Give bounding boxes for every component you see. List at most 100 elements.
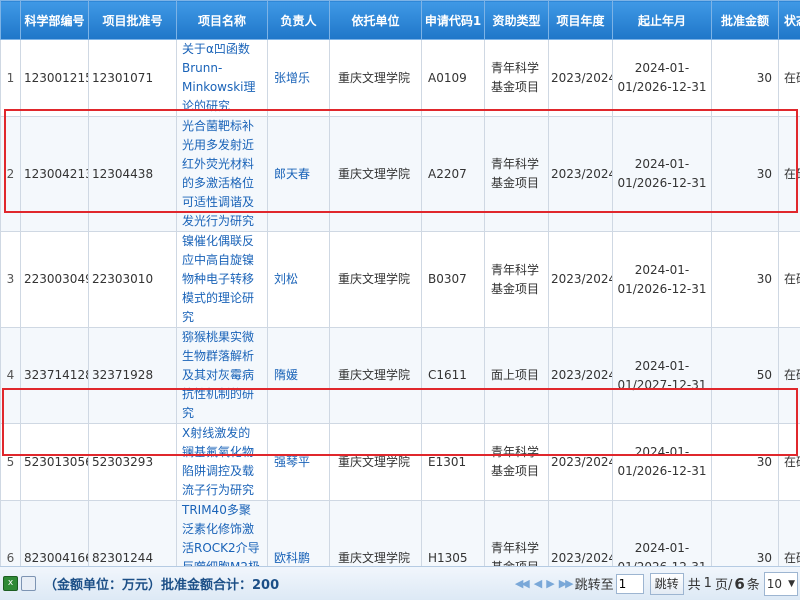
year-cell: 2023/2024 <box>548 327 613 424</box>
table-row[interactable]: 2 1230042136 12304438 光合菌靶标补光用多发射近红外荧光材料… <box>0 116 800 232</box>
amount-cell: 30 <box>711 231 779 328</box>
status-cell: 在研 <box>778 327 800 424</box>
total-prefix: 共 <box>687 578 701 593</box>
title-cell: TRIM40多聚泛素化修饰激活ROCK2介导巨噬细胞M2极化促进CNV生成的机制… <box>176 500 268 566</box>
row-index: 5 <box>0 423 21 501</box>
projects-table: 科学部编号 项目批准号 项目名称 负责人 依托单位 申请代码1 资助类型 项目年… <box>0 0 800 566</box>
leader-cell[interactable]: 隋媛 <box>267 327 330 424</box>
app-code-cell: C1611 <box>421 327 485 424</box>
header-app-code[interactable]: 申请代码1 <box>421 0 485 40</box>
year-cell: 2023/2024 <box>548 231 613 328</box>
amount-summary: （金额单位：万元）批准金额合计：200 <box>44 578 280 593</box>
table-row[interactable]: 5 5230130560 52303293 X射线激发的镧基氟氧化物陷阱调控及载… <box>0 423 800 501</box>
table-row[interactable]: 6 8230041668 82301244 TRIM40多聚泛素化修饰激活ROC… <box>0 500 800 566</box>
total-pages: 1 <box>703 576 712 591</box>
project-title-link[interactable]: 猕猴桃果实微生物群落解析及其对灰霉病抗性机制的研究 <box>179 329 265 423</box>
org-cell: 重庆文理学院 <box>329 231 422 328</box>
project-title-link[interactable]: 关于α凹函数Brunn-Minkowski理论的研究 <box>179 41 265 116</box>
pages-suffix: 页/ <box>714 578 733 593</box>
table-header-row: 科学部编号 项目批准号 项目名称 负责人 依托单位 申请代码1 资助类型 项目年… <box>0 0 800 40</box>
table-row[interactable]: 3 2230030492 22303010 镍催化偶联反应中高自旋镍物种电子转移… <box>0 231 800 328</box>
prev-page-icon[interactable]: ◀ <box>534 577 543 590</box>
excel-icon[interactable]: x <box>3 576 18 591</box>
records-suffix: 条 <box>746 578 760 593</box>
project-title-link[interactable]: 光合菌靶标补光用多发射近红外荧光材料的多激活格位可适性调谐及发光行为研究 <box>179 118 265 231</box>
table-row[interactable]: 1 1230012152 12301071 关于α凹函数Brunn-Minkow… <box>0 39 800 117</box>
amount-cell: 30 <box>711 423 779 501</box>
header-amount[interactable]: 批准金额 <box>711 0 779 40</box>
org-cell: 重庆文理学院 <box>329 500 422 566</box>
title-cell: 光合菌靶标补光用多发射近红外荧光材料的多激活格位可适性调谐及发光行为研究 <box>176 116 268 232</box>
sci-no-cell: 1230012152 <box>20 39 89 117</box>
approval-no-cell: 82301244 <box>88 500 177 566</box>
first-page-icon[interactable]: ◀◀ <box>515 577 530 590</box>
fund-type-cell: 青年科学基金项目 <box>484 39 549 117</box>
app-code-cell: B0307 <box>421 231 485 328</box>
leader-cell[interactable]: 刘松 <box>267 231 330 328</box>
period-cell: 2024-01-01/2026-12-31 <box>612 500 712 566</box>
leader-cell[interactable]: 欧科鹏 <box>267 500 330 566</box>
period-cell: 2024-01-01/2026-12-31 <box>612 39 712 117</box>
app-code-cell: H1305 <box>421 500 485 566</box>
table-row[interactable]: 4 3237141289 32371928 猕猴桃果实微生物群落解析及其对灰霉病… <box>0 327 800 424</box>
approval-no-cell: 52303293 <box>88 423 177 501</box>
org-cell: 重庆文理学院 <box>329 423 422 501</box>
footer-bar: x （金额单位：万元）批准金额合计：200 ◀◀ ◀ ▶ ▶▶ 跳转至 跳转 共… <box>0 566 800 600</box>
amount-cell: 30 <box>711 500 779 566</box>
fund-type-cell: 青年科学基金项目 <box>484 116 549 232</box>
last-page-icon[interactable]: ▶▶ <box>559 577 574 590</box>
status-cell: 在研 <box>778 423 800 501</box>
status-cell: 在研 <box>778 39 800 117</box>
year-cell: 2023/2024 <box>548 423 613 501</box>
header-org[interactable]: 依托单位 <box>329 0 422 40</box>
year-cell: 2023/2024 <box>548 116 613 232</box>
title-cell: 关于α凹函数Brunn-Minkowski理论的研究 <box>176 39 268 117</box>
pager: ◀◀ ◀ ▶ ▶▶ 跳转至 跳转 共 1 页/ 6 条 10 ▼ <box>512 567 800 600</box>
fund-type-cell: 青年科学基金项目 <box>484 423 549 501</box>
leader-cell[interactable]: 强琴平 <box>267 423 330 501</box>
org-cell: 重庆文理学院 <box>329 116 422 232</box>
project-title-link[interactable]: 镍催化偶联反应中高自旋镍物种电子转移模式的理论研究 <box>179 233 265 327</box>
header-index <box>0 0 21 40</box>
period-cell: 2024-01-01/2026-12-31 <box>612 116 712 232</box>
header-fund-type[interactable]: 资助类型 <box>484 0 549 40</box>
sci-no-cell: 5230130560 <box>20 423 89 501</box>
leader-cell[interactable]: 张增乐 <box>267 39 330 117</box>
row-index: 3 <box>0 231 21 328</box>
sci-no-cell: 2230030492 <box>20 231 89 328</box>
goto-button[interactable]: 跳转 <box>649 572 684 595</box>
amount-cell: 50 <box>711 327 779 424</box>
document-icon[interactable] <box>21 576 36 591</box>
row-index: 2 <box>0 116 21 232</box>
header-sci-no[interactable]: 科学部编号 <box>20 0 89 40</box>
header-leader[interactable]: 负责人 <box>267 0 330 40</box>
header-title[interactable]: 项目名称 <box>176 0 268 40</box>
project-title-link[interactable]: TRIM40多聚泛素化修饰激活ROCK2介导巨噬细胞M2极化促进CNV生成的机制… <box>179 502 265 566</box>
approval-no-cell: 32371928 <box>88 327 177 424</box>
page-size-value: 10 <box>766 576 783 591</box>
leader-cell[interactable]: 郎天春 <box>267 116 330 232</box>
approval-no-cell: 12304438 <box>88 116 177 232</box>
page-size-select[interactable]: 10 ▼ <box>763 571 798 596</box>
period-cell: 2024-01-01/2026-12-31 <box>612 423 712 501</box>
row-index: 6 <box>0 500 21 566</box>
header-year[interactable]: 项目年度 <box>548 0 613 40</box>
header-status[interactable]: 状态 <box>778 0 800 40</box>
goto-page-input[interactable] <box>615 573 644 594</box>
row-index: 4 <box>0 327 21 424</box>
header-period[interactable]: 起止年月 <box>612 0 712 40</box>
header-approval-no[interactable]: 项目批准号 <box>88 0 177 40</box>
year-cell: 2023/2024 <box>548 39 613 117</box>
project-title-link[interactable]: X射线激发的镧基氟氧化物陷阱调控及载流子行为研究 <box>179 425 265 500</box>
fund-type-cell: 青年科学基金项目 <box>484 500 549 566</box>
org-cell: 重庆文理学院 <box>329 39 422 117</box>
period-cell: 2024-01-01/2026-12-31 <box>612 231 712 328</box>
next-page-icon[interactable]: ▶ <box>546 577 555 590</box>
status-cell: 在研 <box>778 231 800 328</box>
projects-grid: 科学部编号 项目批准号 项目名称 负责人 依托单位 申请代码1 资助类型 项目年… <box>0 0 800 566</box>
status-cell: 在研 <box>778 500 800 566</box>
approval-no-cell: 12301071 <box>88 39 177 117</box>
sci-no-cell: 3237141289 <box>20 327 89 424</box>
title-cell: 猕猴桃果实微生物群落解析及其对灰霉病抗性机制的研究 <box>176 327 268 424</box>
org-cell: 重庆文理学院 <box>329 327 422 424</box>
